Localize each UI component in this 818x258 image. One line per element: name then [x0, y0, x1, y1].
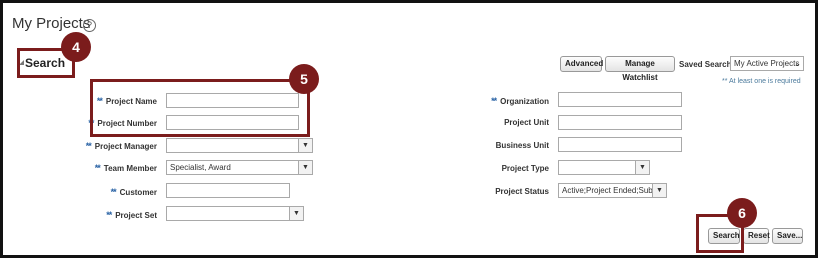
screenshot-frame: My Projects ? Search Advanced Manage Wat…: [0, 0, 818, 258]
project-set-text: Project Set: [115, 211, 157, 220]
callout-badge-5: 5: [289, 64, 319, 94]
required-star: **: [491, 96, 497, 106]
question-circle-icon[interactable]: ?: [83, 19, 96, 32]
chevron-down-icon[interactable]: ▼: [290, 206, 304, 221]
organization-text: Organization: [500, 97, 549, 106]
callout-badge-6: 6: [727, 198, 757, 228]
organization-input[interactable]: [558, 92, 682, 107]
required-star: **: [110, 187, 117, 197]
save-button[interactable]: Save...: [772, 228, 803, 244]
project-manager-label: ** Project Manager: [86, 141, 157, 151]
callout-box-5: [90, 79, 310, 137]
saved-search-label: Saved Search: [679, 60, 732, 69]
team-member-text: Team Member: [103, 164, 157, 173]
project-type-input[interactable]: [558, 160, 636, 175]
saved-search-value: My Active Projects: [734, 59, 800, 68]
customer-text: Customer: [119, 188, 157, 197]
page-title: My Projects: [12, 15, 91, 32]
organization-label: ** Organization: [491, 96, 549, 106]
project-unit-input[interactable]: [558, 115, 682, 130]
required-star: **: [94, 163, 101, 173]
required-star: **: [85, 141, 92, 151]
team-member-input[interactable]: Specialist, Award: [166, 160, 299, 175]
customer-label: ** Customer: [111, 187, 157, 197]
business-unit-label: Business Unit: [495, 141, 549, 150]
saved-search-select[interactable]: My Active Projects ⌄: [730, 56, 804, 71]
callout-badge-4: 4: [61, 32, 91, 62]
chevron-down-icon[interactable]: ▼: [653, 183, 667, 198]
reset-button[interactable]: Reset: [743, 228, 770, 244]
advanced-button[interactable]: Advanced: [560, 56, 603, 72]
chevron-down-icon: ⌄: [794, 59, 801, 68]
business-unit-input[interactable]: [558, 137, 682, 152]
customer-input[interactable]: [166, 183, 290, 198]
required-star: **: [106, 210, 112, 220]
project-type-label: Project Type: [501, 164, 549, 173]
project-manager-input[interactable]: [166, 138, 299, 153]
manage-watchlist-button[interactable]: Manage Watchlist: [605, 56, 675, 82]
project-unit-label: Project Unit: [504, 118, 549, 127]
project-status-input[interactable]: Active;Project Ended;Subst: [558, 183, 653, 198]
required-note: ** At least one is required: [722, 78, 801, 85]
project-status-label: Project Status: [495, 187, 549, 196]
project-manager-text: Project Manager: [94, 142, 157, 151]
project-set-label: ** Project Set: [106, 210, 157, 220]
chevron-down-icon[interactable]: ▼: [636, 160, 650, 175]
project-set-input[interactable]: [166, 206, 290, 221]
chevron-down-icon[interactable]: ▼: [299, 160, 313, 175]
team-member-label: ** Team Member: [95, 163, 157, 173]
chevron-down-icon[interactable]: ▼: [299, 138, 313, 153]
